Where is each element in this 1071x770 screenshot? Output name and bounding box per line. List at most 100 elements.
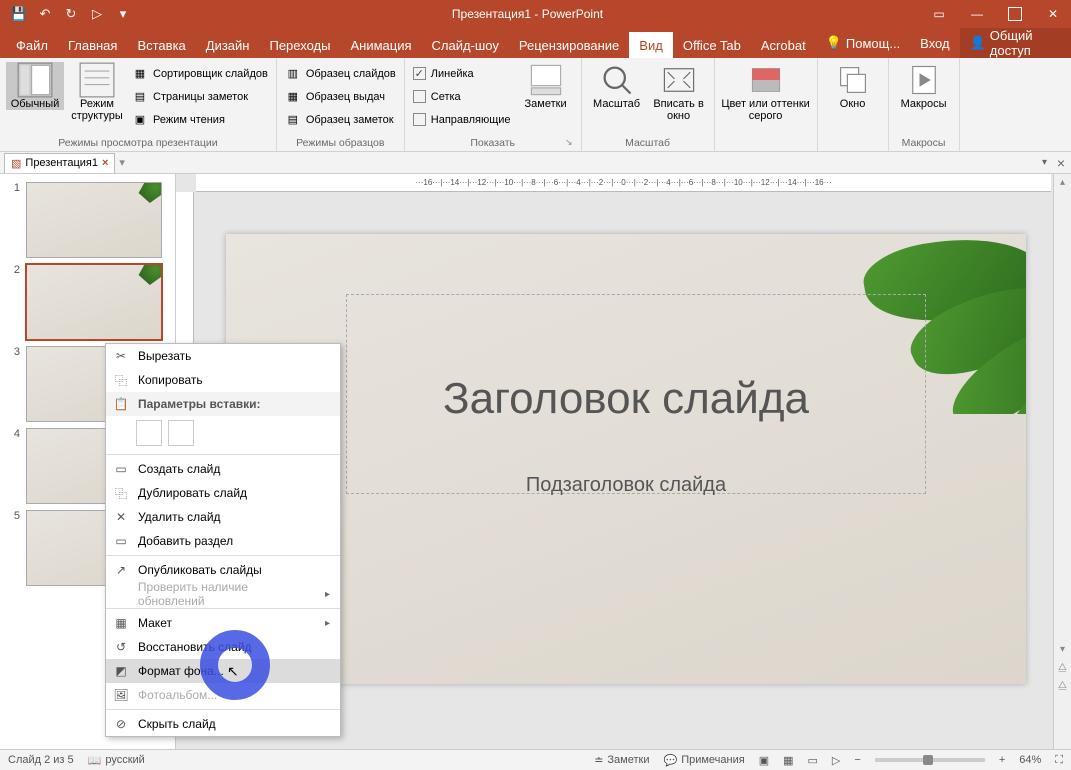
minimize-button[interactable]: — xyxy=(959,0,995,28)
qat-more-button[interactable]: ▾ xyxy=(112,3,134,25)
view-reading-button[interactable]: ▭ xyxy=(808,754,818,767)
notes-page-button[interactable]: ▤Страницы заметок xyxy=(130,86,270,107)
ruler-checkbox[interactable]: ✓ xyxy=(413,67,426,80)
zoom-in-button[interactable]: + xyxy=(999,754,1005,766)
view-normal-button[interactable]: ▣ xyxy=(759,754,769,767)
normal-view-button[interactable]: Обычный xyxy=(6,62,64,110)
notes-master-button[interactable]: ▤Образец заметок xyxy=(283,109,398,130)
tab-scroll-button[interactable]: ▾ xyxy=(1042,157,1047,168)
slide-title-text[interactable]: Заголовок слайда xyxy=(226,374,1026,424)
show-launcher-icon[interactable]: ↘ xyxy=(565,137,573,148)
section-icon: ▭ xyxy=(112,532,130,550)
tab-office-tab[interactable]: Office Tab xyxy=(673,32,751,58)
save-button[interactable]: 💾 xyxy=(8,3,30,25)
color-grayscale-button[interactable]: Цвет или оттенки серого xyxy=(721,62,811,122)
reset-icon: ↺ xyxy=(112,638,130,656)
group-zoom: Масштаб Вписать в окно Масштаб xyxy=(582,58,715,151)
share-button[interactable]: 👤Общий доступ xyxy=(960,28,1071,58)
prev-slide-button[interactable]: ⧋ xyxy=(1054,659,1071,677)
window-controls: ▭ — ✕ xyxy=(921,0,1071,28)
slide-canvas[interactable]: Заголовок слайда Подзаголовок слайда xyxy=(226,234,1026,684)
guides-checkbox[interactable] xyxy=(413,113,426,126)
tab-insert[interactable]: Вставка xyxy=(127,32,195,58)
slide-subtitle-text[interactable]: Подзаголовок слайда xyxy=(226,474,1026,497)
spell-check-button[interactable]: 📖 русский xyxy=(88,754,145,767)
quick-access-toolbar: 💾 ↶ ↻ ▷ ▾ xyxy=(0,3,134,25)
tab-design[interactable]: Дизайн xyxy=(196,32,260,58)
cm-format-background[interactable]: ◩Формат фона... xyxy=(106,659,340,683)
copy-icon: ⿻ xyxy=(112,371,130,389)
fit-to-window-button[interactable]: Вписать в окно xyxy=(650,62,708,122)
vertical-scrollbar[interactable]: ▴ ▾ ⧋ ⧋ xyxy=(1053,174,1071,749)
tell-me-button[interactable]: 💡Помощ... xyxy=(816,28,910,58)
close-button[interactable]: ✕ xyxy=(1035,0,1071,28)
redo-button[interactable]: ↻ xyxy=(60,3,82,25)
fit-to-window-status-button[interactable]: ⛶ xyxy=(1055,754,1063,767)
guides-toggle[interactable]: Направляющие xyxy=(411,109,513,130)
ribbon-options-button[interactable]: ▭ xyxy=(921,0,957,28)
cm-paste-picture[interactable] xyxy=(168,420,194,446)
tab-transitions[interactable]: Переходы xyxy=(259,32,340,58)
next-slide-button[interactable]: ⧋ xyxy=(1054,677,1071,695)
maximize-button[interactable] xyxy=(997,0,1033,28)
horizontal-ruler[interactable]: ···16···|···14···|···12···|···10···|···8… xyxy=(196,174,1051,192)
view-slideshow-button[interactable]: ▷ xyxy=(832,754,840,767)
tab-home[interactable]: Главная xyxy=(58,32,127,58)
slide-master-button[interactable]: ▥Образец слайдов xyxy=(283,63,398,84)
window-button[interactable]: Окно xyxy=(824,62,882,110)
start-from-beginning-button[interactable]: ▷ xyxy=(86,3,108,25)
tab-acrobat[interactable]: Acrobat xyxy=(751,32,816,58)
zoom-button[interactable]: Масштаб xyxy=(588,62,646,110)
slide-thumbnail-2[interactable]: 2 xyxy=(0,262,175,344)
reading-view-button[interactable]: ▣Режим чтения xyxy=(130,109,270,130)
scroll-down-button[interactable]: ▾ xyxy=(1054,641,1071,659)
person-icon: 👤 xyxy=(970,35,986,51)
close-doc-tab-button[interactable]: × xyxy=(102,157,108,169)
cm-reset-slide[interactable]: ↺Восстановить слайд xyxy=(106,635,340,659)
notes-pane-button[interactable]: Заметки xyxy=(517,62,575,110)
notes-toggle-button[interactable]: ≐Заметки xyxy=(594,754,649,767)
cm-hide-slide[interactable]: ⊘Скрыть слайд xyxy=(106,712,340,736)
document-tab[interactable]: ▧ Презентация1 × xyxy=(4,153,115,173)
cm-photo-album: 🖼Фотоальбом... xyxy=(106,683,340,707)
sorter-icon: ▦ xyxy=(132,66,148,82)
lightbulb-icon: 💡 xyxy=(826,35,842,51)
hide-icon: ⊘ xyxy=(112,715,130,733)
color-icon xyxy=(748,64,784,96)
cm-delete-slide[interactable]: ✕Удалить слайд xyxy=(106,505,340,529)
scroll-up-button[interactable]: ▴ xyxy=(1054,174,1071,192)
cm-copy[interactable]: ⿻Копировать xyxy=(106,368,340,392)
cm-paste-use-destination-theme[interactable] xyxy=(136,420,162,446)
tab-review[interactable]: Рецензирование xyxy=(509,32,629,58)
tab-animations[interactable]: Анимация xyxy=(340,32,421,58)
slide-thumbnail-1[interactable]: 1 xyxy=(0,180,175,262)
tab-slideshow[interactable]: Слайд-шоу xyxy=(422,32,509,58)
ruler-toggle[interactable]: ✓Линейка xyxy=(411,63,513,84)
tab-file[interactable]: Файл xyxy=(6,32,58,58)
cm-cut[interactable]: ✂Вырезать xyxy=(106,344,340,368)
cm-layout[interactable]: ▦Макет▸ xyxy=(106,611,340,635)
undo-button[interactable]: ↶ xyxy=(34,3,56,25)
chevron-right-icon: ▸ xyxy=(325,618,330,629)
outline-view-icon xyxy=(79,64,115,96)
outline-view-button[interactable]: Режим структуры xyxy=(68,62,126,122)
zoom-level[interactable]: 64% xyxy=(1019,754,1041,766)
cm-publish-slides[interactable]: ↗Опубликовать слайды xyxy=(106,558,340,582)
close-all-tabs-button[interactable]: × xyxy=(1057,155,1065,171)
new-tab-button[interactable]: ▾ xyxy=(115,156,125,169)
zoom-out-button[interactable]: − xyxy=(854,754,860,766)
cm-duplicate-slide[interactable]: ⿻Дублировать слайд xyxy=(106,481,340,505)
cm-add-section[interactable]: ▭Добавить раздел xyxy=(106,529,340,553)
grid-toggle[interactable]: Сетка xyxy=(411,86,513,107)
macros-button[interactable]: Макросы xyxy=(895,62,953,110)
tab-view[interactable]: Вид xyxy=(629,32,673,58)
grid-checkbox[interactable] xyxy=(413,90,426,103)
handout-master-button[interactable]: ▦Образец выдач xyxy=(283,86,398,107)
view-sorter-button[interactable]: ▦ xyxy=(783,754,793,767)
zoom-slider[interactable] xyxy=(875,758,985,762)
sign-in-button[interactable]: Вход xyxy=(910,28,959,58)
slide-sorter-button[interactable]: ▦Сортировщик слайдов xyxy=(130,63,270,84)
comments-toggle-button[interactable]: 💬Примечания xyxy=(663,754,744,767)
slide-counter[interactable]: Слайд 2 из 5 xyxy=(8,754,74,766)
cm-new-slide[interactable]: ▭Создать слайд xyxy=(106,457,340,481)
